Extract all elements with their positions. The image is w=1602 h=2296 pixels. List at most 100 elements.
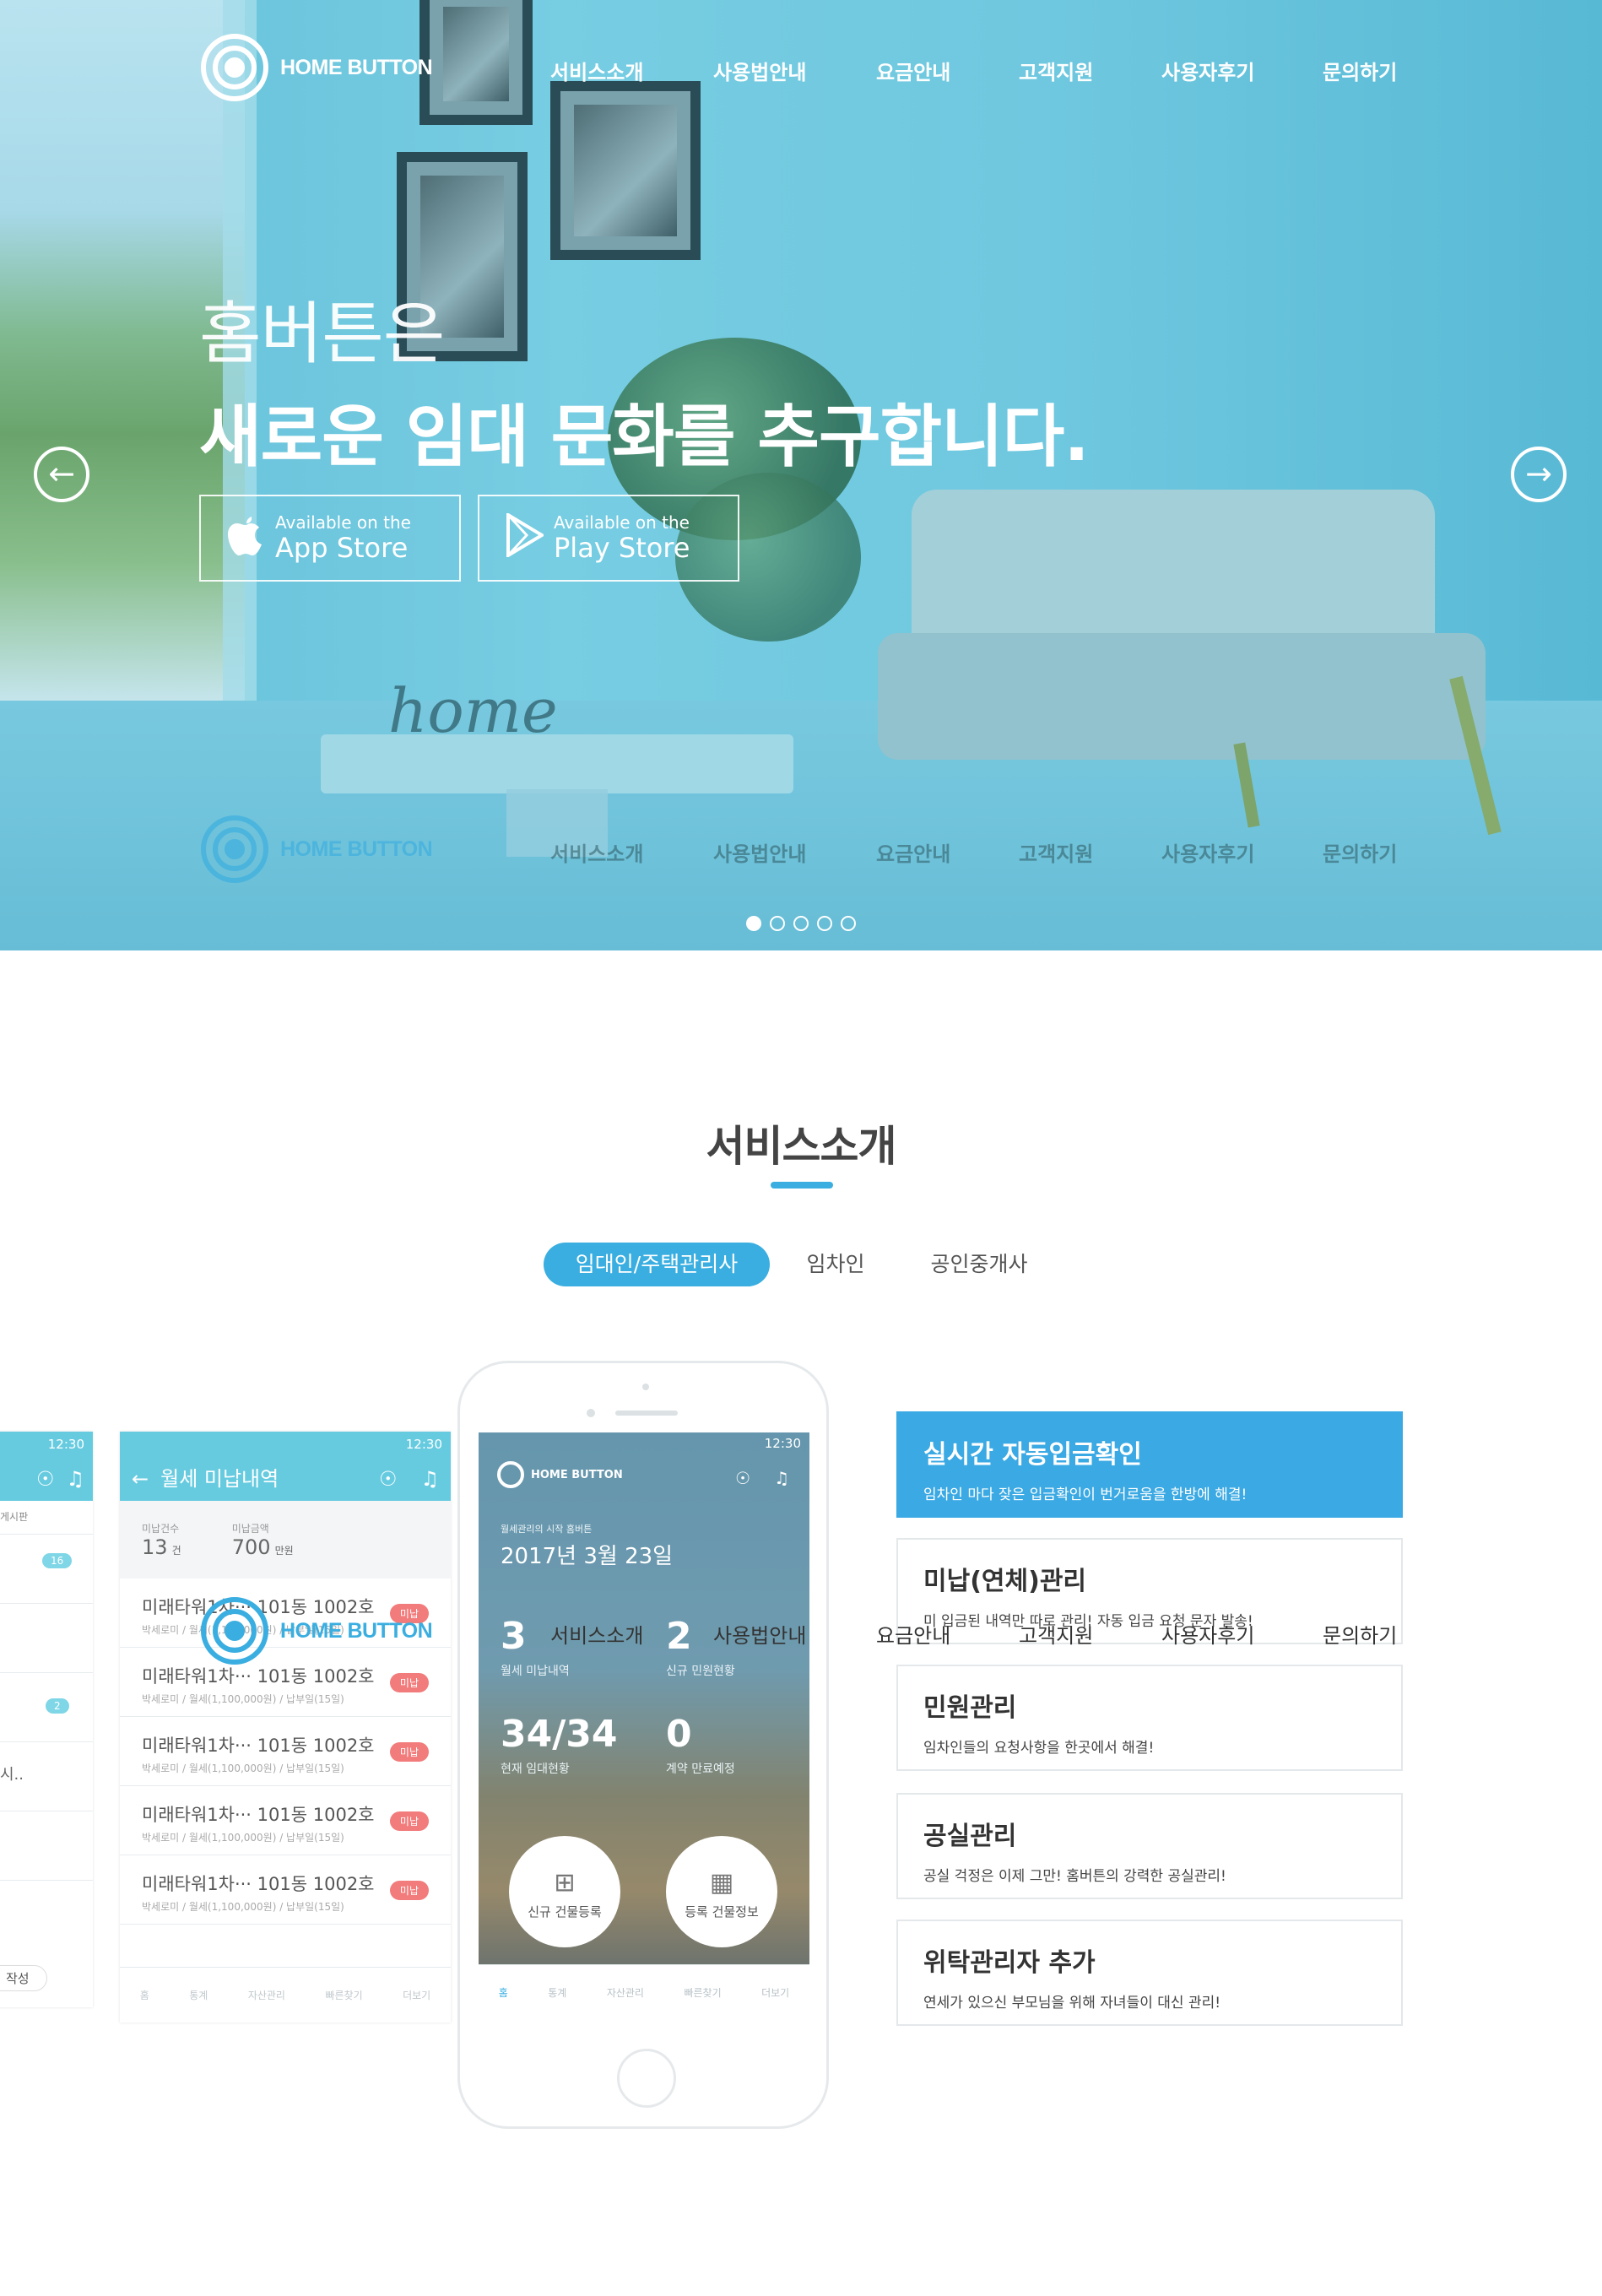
tab-broker[interactable]: 공인중개사 <box>920 1243 1038 1286</box>
nav-item-guide[interactable]: 사용법안내 <box>713 56 806 85</box>
bell-icon[interactable]: ♫ <box>66 1457 84 1501</box>
play-store-button[interactable]: Available on the Play Store <box>478 495 739 582</box>
list-item-sub: 박세로미 / 월세(1,100,000원) / 납부일(15일) <box>142 1763 344 1774</box>
arrears-count: 미납건수 13 건 <box>142 1521 181 1559</box>
nav-item-pricing[interactable]: 요금안내 <box>876 56 950 85</box>
slider-dot[interactable] <box>817 916 832 931</box>
write-button[interactable]: 작성 <box>0 1965 47 1991</box>
hero-prev-arrow-icon[interactable]: ← <box>34 447 89 502</box>
arrears-amount-unit: 만원 <box>274 1544 294 1557</box>
ghost-nav-item: 사용자후기 <box>1161 842 1255 866</box>
feature-card[interactable]: 공실관리 공실 걱정은 이제 그만! 홈버튼의 강력한 공실관리! <box>896 1793 1403 1899</box>
brand-name: HOME BUTTON <box>280 837 433 861</box>
list-item-title: 미래타워1차··· 101동 1002호 <box>142 1736 375 1756</box>
tab-landlord[interactable]: 임대인/주택관리사 <box>544 1243 770 1286</box>
bottom-tab-bar: 홈 통계 자산관리 빠른찾기 더보기 <box>479 1964 809 2020</box>
globe-icon[interactable]: ☉ <box>735 1468 750 1488</box>
ghost-nav-item: 문의하기 <box>1323 842 1398 866</box>
nav-item-guide[interactable]: 사용법안내 <box>713 1619 806 1649</box>
list-item-sub: 박세로미 / 월세(1,100,000원) / 납부일(15일) <box>142 1901 344 1913</box>
nav-item-service[interactable]: 서비스소개 <box>550 56 643 85</box>
nav-item-reviews[interactable]: 사용자후기 <box>1161 1619 1254 1649</box>
tab-search[interactable]: 빠른찾기 <box>684 1985 721 2000</box>
arrears-count-value: 13 <box>142 1535 168 1559</box>
feature-title: 공실관리 <box>923 1822 1017 1851</box>
logo-mark-icon <box>497 1461 524 1488</box>
status-bar: 12:30 <box>0 1432 93 1457</box>
arrears-amount-value: 700 <box>231 1535 271 1559</box>
count-badge: 16 <box>42 1553 73 1568</box>
hero-banner: home HOME BUTTON 서비스소개 사용법안내 요금안내 고객지원 사… <box>0 0 1602 950</box>
stat-value: 2 <box>666 1615 692 1658</box>
nav-item-support[interactable]: 고객지원 <box>1019 56 1093 85</box>
globe-icon[interactable]: ☉ <box>379 1457 398 1501</box>
globe-icon[interactable]: ☉ <box>36 1457 55 1501</box>
feature-title: 위탁관리자 추가 <box>923 1948 1096 1978</box>
nav-item-support[interactable]: 고객지원 <box>1019 1619 1093 1649</box>
list-item[interactable]: 미래타워1차··· 101동 1002호 박세로미 / 월세(1,100,000… <box>120 1786 451 1855</box>
slider-dot[interactable] <box>793 916 809 931</box>
arrears-amount-label: 미납금액 <box>231 1522 269 1535</box>
feature-desc: 공실 걱정은 이제 그만! 홈버튼의 강력한 공실관리! <box>923 1868 1226 1885</box>
phone-subtitle: 월세관리의 시작 홈버튼 <box>501 1524 593 1535</box>
board-label: 게시판 <box>0 1501 93 1535</box>
phone-mockup: 12:30 HOME BUTTON ☉ ♫ 월세관리의 시작 홈버튼 2017년… <box>457 1361 829 2129</box>
bell-icon[interactable]: ♫ <box>420 1457 439 1501</box>
tab-home[interactable]: 홈 <box>140 1988 149 2002</box>
nav-item-contact[interactable]: 문의하기 <box>1323 56 1397 85</box>
nav-item-contact[interactable]: 문의하기 <box>1323 1619 1397 1649</box>
brand-logo[interactable]: HOME BUTTON <box>201 34 433 101</box>
phone-brand: HOME BUTTON <box>497 1461 623 1488</box>
feature-card[interactable]: 민원관리 임차인들의 요청사항을 한곳에서 해결! <box>896 1665 1403 1771</box>
section-title: 서비스소개 <box>706 1122 897 1171</box>
unpaid-badge: 미납 <box>389 1811 429 1831</box>
app-store-button[interactable]: Available on the App Store <box>199 495 461 582</box>
nav-item-pricing[interactable]: 요금안내 <box>876 1619 950 1649</box>
list-item[interactable]: 미래타워1차··· 101동 1002호 박세로미 / 월세(1,100,000… <box>120 1855 451 1925</box>
list-item-sub: 박세로미 / 월세(1,100,000원) / 납부일(15일) <box>142 1693 344 1705</box>
sticky-brand-logo[interactable]: HOME BUTTON <box>201 1597 433 1665</box>
feature-card[interactable]: 위탁관리자 추가 연세가 있으신 부모님을 위해 자녀들이 대신 관리! <box>896 1920 1403 2026</box>
feature-title: 민원관리 <box>923 1693 1017 1723</box>
tab-home[interactable]: 홈 <box>499 1985 508 2000</box>
hero-headline-line1: 홈버튼은 <box>199 295 445 373</box>
back-arrow-icon[interactable]: ← <box>132 1457 149 1501</box>
list-item[interactable]: 미래타워1차··· 101동 1002호 박세로미 / 월세(1,100,000… <box>120 1717 451 1786</box>
new-building-button[interactable]: ⊞ 신규 건물등록 <box>509 1836 620 1947</box>
phone-date: 2017년 3월 23일 <box>501 1544 674 1569</box>
tab-stats[interactable]: 통계 <box>548 1985 566 2000</box>
nav-item-service[interactable]: 서비스소개 <box>550 1619 643 1649</box>
picture-frame <box>419 0 533 125</box>
feature-title: 미납(연체)관리 <box>923 1567 1087 1596</box>
slider-dot[interactable] <box>746 916 761 931</box>
tab-tenant[interactable]: 임차인 <box>793 1243 878 1286</box>
slider-dot[interactable] <box>841 916 856 931</box>
tab-more[interactable]: 더보기 <box>403 1988 430 2002</box>
arrears-count-unit: 건 <box>171 1544 181 1557</box>
feature-card[interactable]: 실시간 자동입금확인 임차인 마다 잦은 입금확인이 번거로움을 한방에 해결! <box>896 1411 1403 1518</box>
tab-assets[interactable]: 자산관리 <box>248 1988 285 2002</box>
tab-assets[interactable]: 자산관리 <box>607 1985 644 2000</box>
list-item-title: 미래타워1차··· 101동 1002호 <box>142 1874 375 1894</box>
far-left-app-screen: 12:30 ☉ ♫ 게시판 16 2 시.. 작성 <box>0 1432 93 2007</box>
unpaid-badge: 미납 <box>389 1881 429 1900</box>
slider-dot[interactable] <box>770 916 785 931</box>
building-icon: ▦ <box>709 1868 734 1898</box>
tab-more[interactable]: 더보기 <box>761 1985 789 2000</box>
tab-search[interactable]: 빠른찾기 <box>325 1988 362 2002</box>
brand-name: HOME BUTTON <box>280 1618 433 1643</box>
bell-icon[interactable]: ♫ <box>774 1468 789 1488</box>
list-item-title: 미래타워1차··· 101동 1002호 <box>142 1805 375 1825</box>
ghost-nav-item: 고객지원 <box>1019 842 1094 866</box>
tab-stats[interactable]: 통계 <box>189 1988 208 2002</box>
arrears-count-label: 미납건수 <box>142 1522 180 1535</box>
nav-item-reviews[interactable]: 사용자후기 <box>1161 56 1254 85</box>
home-decor-text: home <box>388 675 558 746</box>
status-bar: 12:30 <box>764 1436 801 1451</box>
ghost-nav-item: 사용법안내 <box>713 842 807 866</box>
hero-next-arrow-icon[interactable]: → <box>1511 447 1567 502</box>
building-info-button[interactable]: ▦ 등록 건물정보 <box>666 1836 777 1947</box>
stat-label: 현재 임대현황 <box>501 1763 570 1776</box>
new-building-label: 신규 건물등록 <box>528 1904 602 1920</box>
stat-value: 34/34 <box>501 1713 618 1756</box>
